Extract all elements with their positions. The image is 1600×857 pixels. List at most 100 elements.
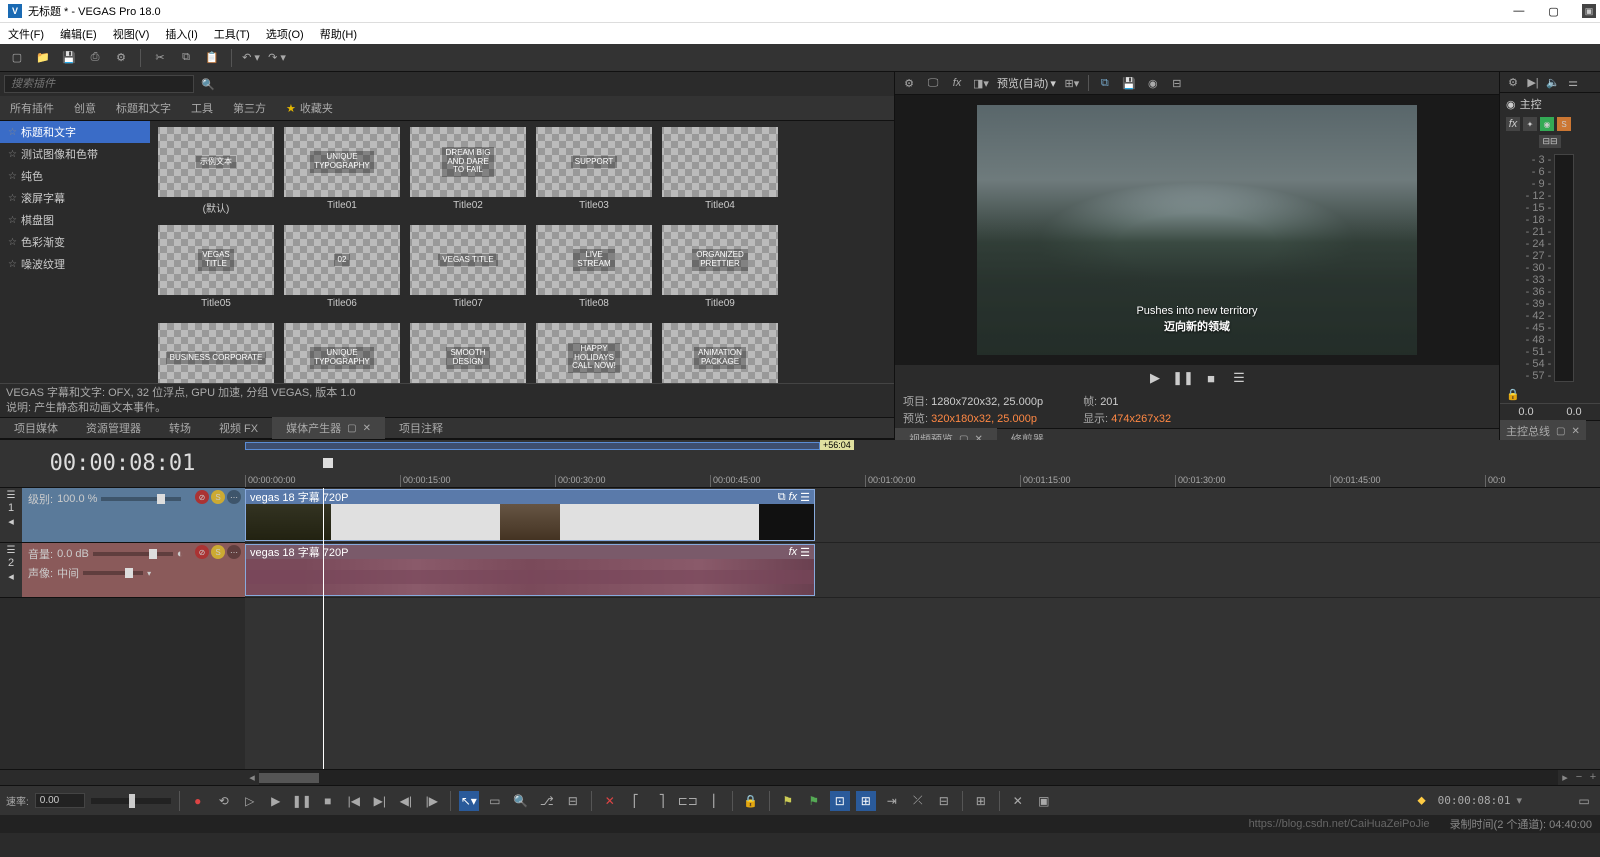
delete-button[interactable]: ✕: [600, 791, 620, 811]
plugin-preset[interactable]: ANIMATION PACKAGE: [660, 323, 780, 383]
undo-icon[interactable]: ↶ ▾: [242, 49, 260, 67]
mixer-props-icon[interactable]: ⚙: [1506, 75, 1520, 89]
plugin-preset[interactable]: VEGAS TITLETitle05: [156, 225, 276, 317]
pan-crop-icon[interactable]: ⧉: [778, 491, 786, 504]
video-clip[interactable]: vegas 18 字幕 720P⧉fx☰: [245, 489, 815, 541]
record-button[interactable]: ●: [188, 791, 208, 811]
adjust-icon[interactable]: ⊟: [1169, 75, 1185, 91]
zoom-tool[interactable]: 🔍: [511, 791, 531, 811]
tab-transitions[interactable]: 转场: [155, 417, 205, 439]
region-button[interactable]: ⚑: [804, 791, 824, 811]
plugin-preset[interactable]: BUSINESS CORPORATE: [156, 323, 276, 383]
open-icon[interactable]: 📁: [34, 49, 52, 67]
new-project-icon[interactable]: ▢: [8, 49, 26, 67]
menu-tool[interactable]: 工具(T): [214, 26, 250, 42]
cut-icon[interactable]: ✂: [151, 49, 169, 67]
level-slider[interactable]: [101, 497, 181, 501]
event-menu-icon[interactable]: ☰: [800, 546, 810, 559]
tab-creative[interactable]: 创意: [64, 96, 106, 120]
paste-icon[interactable]: 📋: [203, 49, 221, 67]
pause-button[interactable]: ❚❚: [292, 791, 312, 811]
redo-icon[interactable]: ↷ ▾: [268, 49, 286, 67]
goto-end-button[interactable]: ▶|: [370, 791, 390, 811]
prev-frame-button[interactable]: ◀|: [396, 791, 416, 811]
auto-crossfade-button[interactable]: ⤫: [908, 791, 928, 811]
menu-edit[interactable]: 编辑(E): [60, 26, 97, 42]
plugin-preset[interactable]: 示例文本(默认): [156, 127, 276, 219]
marker-button[interactable]: ⚑: [778, 791, 798, 811]
pause-button[interactable]: ❚❚: [1174, 369, 1192, 387]
volume-slider[interactable]: [93, 552, 173, 556]
tab-video-fx[interactable]: 视频 FX: [205, 417, 272, 439]
plugin-preset[interactable]: UNIQUE TYPOGRAPHYTitle01: [282, 127, 402, 219]
search-icon[interactable]: 🔍: [198, 74, 218, 94]
plugin-preset[interactable]: LIVE STREAMTitle08: [534, 225, 654, 317]
dim-output-icon[interactable]: 🔈: [1546, 75, 1560, 89]
snap-button[interactable]: ⊡: [830, 791, 850, 811]
split-tool[interactable]: ⊟: [563, 791, 583, 811]
horizontal-scrollbar[interactable]: [259, 770, 1558, 785]
track-more-icon[interactable]: ⋯: [227, 490, 241, 504]
plugin-preset[interactable]: Title04: [660, 127, 780, 219]
crossfade-button[interactable]: ✕: [1008, 791, 1028, 811]
trim-start-button[interactable]: ⎡: [626, 791, 646, 811]
close-tab-icon[interactable]: ✕: [363, 423, 371, 434]
trim-end-button[interactable]: ⎤: [652, 791, 672, 811]
master-insert-icon[interactable]: ✦: [1523, 117, 1537, 131]
master-fx-icon[interactable]: fx: [1506, 117, 1520, 131]
tab-titles[interactable]: 标题和文字: [106, 96, 181, 120]
maximize-button[interactable]: ▢: [1548, 5, 1558, 18]
tab-favorites[interactable]: ★收藏夹: [276, 96, 343, 120]
audio-track-header[interactable]: ☰ 2 ◂ ⊘ S ⋯ 音量: 0.0 dB◐ 声像: 中间▾: [0, 543, 245, 598]
properties-icon[interactable]: ⚙: [112, 49, 130, 67]
split-screen-icon[interactable]: ◨▾: [973, 75, 989, 91]
audio-clip[interactable]: vegas 18 字幕 720Pfx☰: [245, 544, 815, 596]
cursor-timecode[interactable]: 00:00:08:01: [1438, 794, 1511, 807]
transport-menu-icon[interactable]: ☰: [1230, 369, 1248, 387]
plugin-category-item[interactable]: ☆纯色: [0, 165, 150, 187]
scroll-right-icon[interactable]: ▸: [1558, 770, 1572, 784]
tab-thirdparty[interactable]: 第三方: [223, 96, 276, 120]
generated-media-icon[interactable]: ☰: [800, 491, 810, 504]
close-tab-icon[interactable]: ✕: [1571, 426, 1579, 437]
goto-start-button[interactable]: |◀: [344, 791, 364, 811]
selection-tool[interactable]: ▭: [485, 791, 505, 811]
undock-icon[interactable]: ▢: [347, 423, 356, 434]
set-selection-icon[interactable]: ▭: [1574, 791, 1594, 811]
plugin-preset[interactable]: SUPPORTTitle03: [534, 127, 654, 219]
play-button[interactable]: ▶: [1146, 369, 1164, 387]
menu-view[interactable]: 视图(V): [113, 26, 150, 42]
tab-master-bus[interactable]: 主控总线▢✕: [1500, 420, 1586, 442]
plugin-category-item[interactable]: ☆测试图像和色带: [0, 143, 150, 165]
undock-icon[interactable]: ▢: [1556, 426, 1565, 437]
plugin-category-item[interactable]: ☆滚屏字幕: [0, 187, 150, 209]
event-fx-button[interactable]: ▣: [1034, 791, 1054, 811]
plugin-preset[interactable]: UNIQUE TYPOGRAPHY: [282, 323, 402, 383]
downmix-button[interactable]: ⊟⊟: [1539, 135, 1560, 148]
pan-slider[interactable]: [83, 571, 143, 575]
touch-icon[interactable]: ◐: [177, 548, 184, 560]
track-content-area[interactable]: vegas 18 字幕 720P⧉fx☰ 18:36:54: vegas 18 …: [245, 488, 1600, 769]
auto-ripple-button[interactable]: ⇥: [882, 791, 902, 811]
lock-icon[interactable]: 🔒: [1506, 389, 1520, 401]
timeline-ruler[interactable]: +56:04 00:00:00:0000:00:15:0000:00:30:00…: [245, 440, 1600, 487]
event-fx-icon[interactable]: fx: [789, 546, 798, 559]
automation-icon[interactable]: S: [211, 490, 225, 504]
tab-project-notes[interactable]: 项目注释: [385, 417, 457, 439]
automation-icon[interactable]: S: [211, 545, 225, 559]
tab-explorer[interactable]: 资源管理器: [72, 417, 155, 439]
plugin-category-item[interactable]: ☆棋盘图: [0, 209, 150, 231]
tab-all-plugins[interactable]: 所有插件: [0, 96, 64, 120]
region-end-marker[interactable]: +56:04: [820, 440, 854, 450]
copy-icon[interactable]: ⧉: [177, 49, 195, 67]
faders-icon[interactable]: ⚌: [1566, 75, 1580, 89]
lock-button[interactable]: 🔒: [741, 791, 761, 811]
envelope-tool[interactable]: ⎇: [537, 791, 557, 811]
trim-button[interactable]: ⊏⊐: [678, 791, 698, 811]
stop-button[interactable]: ■: [318, 791, 338, 811]
snap-to-grid-button[interactable]: ⊞: [856, 791, 876, 811]
ignore-grouping-button[interactable]: ⊞: [971, 791, 991, 811]
search-input[interactable]: [4, 75, 194, 93]
video-track-header[interactable]: ☰ 1 ◂ ⊘ S ⋯ 级别: 100.0 %: [0, 488, 245, 543]
playhead[interactable]: [323, 488, 324, 769]
